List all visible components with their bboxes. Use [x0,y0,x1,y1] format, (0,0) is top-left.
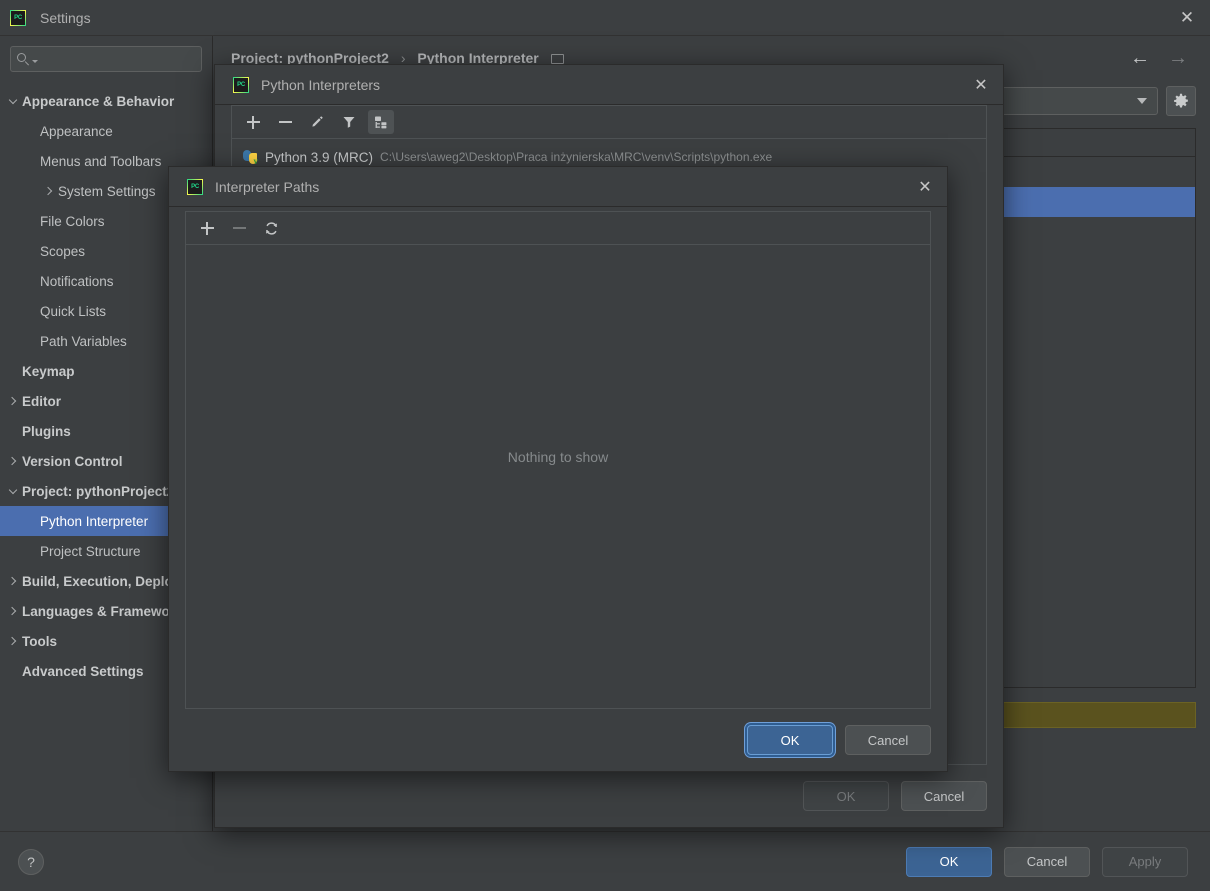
settings-ok-button[interactable]: OK [906,847,992,877]
sidebar-item-label: Project: pythonProject2 [22,484,174,499]
interpreters-dialog-footer: OK Cancel [231,765,987,827]
interpreters-dialog-title: Python Interpreters [261,77,380,93]
close-icon[interactable]: ✕ [959,65,1003,105]
settings-footer: ? OK Cancel Apply [0,831,1210,891]
sidebar-item-label: Languages & Frameworks [22,604,190,619]
back-arrow-icon[interactable]: ← [1130,48,1150,68]
paths-dialog-title: Interpreter Paths [215,179,319,195]
sidebar-item-label: Keymap [22,364,75,379]
sidebar-item-label: Plugins [22,424,71,439]
pycharm-logo-icon: PC [187,179,203,195]
sidebar-item-label: Appearance & Behavior [22,94,174,109]
close-icon[interactable]: ✕ [903,167,947,207]
sidebar-item-label: File Colors [40,214,105,229]
gear-icon[interactable] [1166,86,1196,116]
close-icon[interactable]: ✕ [1164,0,1210,36]
sidebar-item-label: Project Structure [40,544,141,559]
add-interpreter-button[interactable] [240,110,266,134]
sidebar-item-label: Menus and Toolbars [40,154,161,169]
window-restore-icon[interactable] [551,54,564,64]
paths-dialog-title-bar: PC Interpreter Paths ✕ [169,167,947,207]
sidebar-item-label: Path Variables [40,334,127,349]
sidebar-item-label: System Settings [58,184,156,199]
sidebar-item-label: Python Interpreter [40,514,148,529]
sidebar-item-label: Notifications [40,274,114,289]
paths-toolbar [186,212,930,245]
settings-cancel-button[interactable]: Cancel [1004,847,1090,877]
sidebar-item-label: Appearance [40,124,113,139]
funnel-icon[interactable] [336,110,362,134]
chevron-right-icon[interactable] [40,188,58,194]
interpreter-paths-dialog: PC Interpreter Paths ✕ [168,166,948,772]
paths-dialog-footer: OK Cancel [185,709,931,771]
footer-buttons: OK Cancel Apply [906,847,1188,877]
refresh-icon[interactable] [258,216,284,240]
chevron-down-icon[interactable] [4,100,22,103]
pycharm-logo-icon: PC [233,77,249,93]
search-input[interactable] [38,52,213,67]
chevron-right-icon[interactable] [4,398,22,404]
pencil-icon[interactable] [304,110,330,134]
paths-panel: Nothing to show [185,211,931,709]
window-title: Settings [40,10,91,26]
settings-title-bar: PC Settings ✕ [0,0,1210,36]
interpreters-ok-button[interactable]: OK [803,781,889,811]
interpreters-cancel-button[interactable]: Cancel [901,781,987,811]
chevron-down-icon [1137,98,1147,104]
interpreter-name: Python 3.9 (MRC) [265,150,373,165]
settings-apply-button[interactable]: Apply [1102,847,1188,877]
paths-ok-button[interactable]: OK [747,725,833,755]
add-path-button[interactable] [194,216,220,240]
paths-list[interactable]: Nothing to show [186,245,930,708]
paths-cancel-button[interactable]: Cancel [845,725,931,755]
sidebar-item-appearance-behavior[interactable]: Appearance & Behavior [0,86,212,116]
remove-path-button [226,216,252,240]
chevron-down-icon[interactable] [4,490,22,493]
sidebar-item-label: Quick Lists [40,304,106,319]
forward-arrow-icon[interactable]: → [1168,48,1188,68]
sidebar-item-label: Tools [22,634,57,649]
chevron-right-icon[interactable] [4,578,22,584]
sidebar-item-label: Scopes [40,244,85,259]
chevron-right-icon[interactable] [4,458,22,464]
sidebar-item-label: Version Control [22,454,123,469]
search-box[interactable] [10,46,202,72]
show-paths-button[interactable] [368,110,394,134]
remove-interpreter-button[interactable] [272,110,298,134]
interpreters-dialog-title-bar: PC Python Interpreters ✕ [215,65,1003,105]
chevron-right-icon[interactable] [4,608,22,614]
chevron-right-icon[interactable] [4,638,22,644]
sidebar-item-label: Advanced Settings [22,664,144,679]
pycharm-logo-icon: PC [10,10,26,26]
search-icon [17,53,30,66]
sidebar-item-appearance[interactable]: Appearance [0,116,212,146]
empty-state-message: Nothing to show [186,449,930,465]
help-button[interactable]: ? [18,849,44,875]
interpreter-path: C:\Users\aweg2\Desktop\Praca inżynierska… [380,150,772,164]
interpreters-toolbar [232,106,986,139]
paths-dialog-body: Nothing to show OK Cancel [169,207,947,771]
nav-arrows: ← → [1130,48,1196,68]
search-wrap [0,46,212,84]
python-venv-icon: v [242,149,258,165]
sidebar-item-label: Editor [22,394,61,409]
